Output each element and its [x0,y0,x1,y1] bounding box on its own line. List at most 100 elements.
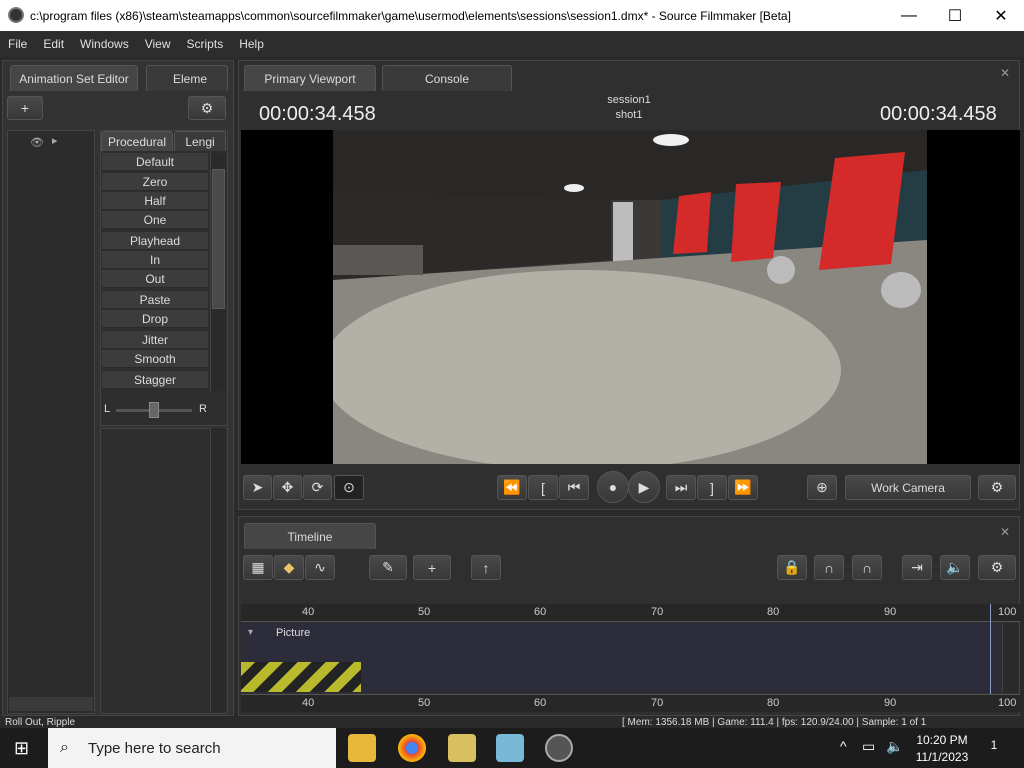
sfm-taskbar-icon[interactable] [545,734,573,762]
timeline-gear-icon[interactable]: ⚙ [978,555,1016,580]
slider-right-label: R [199,403,207,415]
notification-icon[interactable]: 1 [984,738,1004,758]
select-tool-icon[interactable]: ➤ [243,475,272,500]
taskbar: ⊞ ⌕ Type here to search ^ ▭ 🔈 10:20 PM 1… [0,728,1024,768]
preset-paste-button[interactable]: Paste [102,291,208,309]
mute-icon[interactable]: 🔈 [940,555,970,580]
skip-end-icon[interactable]: ⏭ [666,475,696,500]
tab-length[interactable]: Lengi [174,131,226,151]
preset-default-button[interactable]: Default [102,153,208,171]
camera-select[interactable]: Work Camera [845,475,971,500]
preset-zero-button[interactable]: Zero [102,173,208,191]
time-ruler-bottom[interactable]: 40 50 60 70 80 90 100 [241,694,1020,712]
timeline-scrollbar[interactable] [1002,623,1018,693]
minimize-button[interactable]: — [886,0,932,31]
scene-image [241,130,1020,464]
clock-date[interactable]: 11/1/2023 [912,750,972,764]
tab-animation-set-editor[interactable]: Animation Set Editor [10,65,138,91]
menu-help[interactable]: Help [231,37,272,51]
chevron-up-icon[interactable]: ^ [840,738,847,754]
lock-icon[interactable]: 🔒 [777,555,807,580]
close-panel-icon[interactable]: ✕ [1000,66,1010,80]
play-icon[interactable]: ▶ [628,471,660,503]
control-list[interactable] [100,428,228,714]
preset-playhead-button[interactable]: Playhead [102,232,208,250]
balance-slider-track[interactable] [116,402,192,418]
file-explorer-icon[interactable] [348,734,376,762]
maximize-button[interactable]: ☐ [932,0,978,31]
preset-in-button[interactable]: In [102,251,208,269]
app-note-icon[interactable] [496,734,524,762]
clip-editor-icon[interactable]: ▦ [243,555,273,580]
timecode-right: 00:00:34.458 [880,103,997,125]
windows-start-icon[interactable]: ⊞ [14,738,34,758]
jump-end-icon[interactable]: ⇥ [902,555,932,580]
viewport-render[interactable] [241,130,1020,464]
scroll-thumb[interactable] [212,169,225,309]
paint-tool-icon[interactable]: ✎ [369,555,407,580]
network-icon[interactable]: ▭ [862,738,875,755]
fast-forward-icon[interactable]: ⏩ [728,475,758,500]
clock-time[interactable]: 10:20 PM [912,733,972,747]
skip-start-icon[interactable]: ⏮ [559,475,589,500]
tab-procedural[interactable]: Procedural [101,131,173,151]
up-arrow-icon[interactable]: ↑ [471,555,501,580]
menu-edit[interactable]: Edit [35,37,72,51]
preset-half-button[interactable]: Half [102,192,208,210]
window-title: c:\program files (x86)\steam\steamapps\c… [30,8,791,23]
mark-in-icon[interactable]: [ [528,475,558,500]
menu-file[interactable]: File [0,37,35,51]
sfm-app-icon [8,7,24,23]
graph-editor-icon[interactable]: ∿ [305,555,335,580]
tab-console[interactable]: Console [382,65,512,91]
preset-out-button[interactable]: Out [102,270,208,288]
tab-primary-viewport[interactable]: Primary Viewport [244,65,376,91]
tab-element-viewer[interactable]: Eleme [146,65,228,91]
viewport-gear-icon[interactable]: ⚙ [978,475,1016,500]
preset-smooth-button[interactable]: Smooth [102,350,208,368]
balance-slider-knob[interactable] [149,402,159,418]
preset-stagger-button[interactable]: Stagger [102,371,208,389]
close-timeline-icon[interactable]: ✕ [1000,525,1010,539]
preset-one-button[interactable]: One [102,211,208,229]
motion-editor-icon[interactable]: ◆ [274,555,304,580]
rewind-icon[interactable]: ⏪ [497,475,527,500]
close-button[interactable]: ✕ [978,0,1024,31]
mark-out-icon[interactable]: ] [697,475,727,500]
record-icon[interactable]: ● [597,471,629,503]
gear-icon[interactable]: ⚙ [188,96,226,120]
time-ruler-top[interactable]: 40 50 60 70 80 90 100 [241,604,1020,622]
tick-70: 70 [651,606,664,618]
snap-icon[interactable]: ∩ [814,555,844,580]
clip-striped-region[interactable] [241,662,361,692]
tick-70-b: 70 [651,697,664,709]
snap-frame-icon[interactable]: ∩ [852,555,882,580]
preset-jitter-button[interactable]: Jitter [102,331,208,349]
camera-target-icon[interactable]: ⊕ [807,475,837,500]
timeline-add-icon[interactable]: + [413,555,451,580]
tick-40-b: 40 [302,697,315,709]
preset-drop-button[interactable]: Drop [102,310,208,328]
add-button[interactable]: + [7,96,43,120]
playhead-line[interactable] [990,604,991,704]
taskbar-search[interactable]: ⌕ Type here to search [48,728,336,768]
arrow-icon[interactable]: ▸ [52,134,58,147]
eye-icon[interactable]: 👁 [30,136,44,149]
chrome-icon[interactable] [398,734,426,762]
volume-icon[interactable]: 🔈 [886,738,903,755]
control-scrollbar[interactable] [210,428,226,712]
tick-80-b: 80 [767,697,780,709]
collapse-arrow-icon[interactable]: ▾ [248,627,253,638]
rotate-tool-icon[interactable]: ⟳ [303,475,332,500]
tick-100-b: 100 [998,697,1017,709]
menu-windows[interactable]: Windows [72,37,137,51]
move-tool-icon[interactable]: ✥ [273,475,302,500]
horizontal-scrollbar[interactable] [9,697,93,711]
procedural-scrollbar[interactable] [210,153,226,391]
app-bee-icon[interactable] [448,734,476,762]
tab-timeline[interactable]: Timeline [244,523,376,549]
animation-set-list[interactable] [7,130,95,714]
menu-scripts[interactable]: Scripts [179,37,232,51]
orbit-tool-icon[interactable]: ⊙ [334,475,364,500]
menu-view[interactable]: View [137,37,179,51]
